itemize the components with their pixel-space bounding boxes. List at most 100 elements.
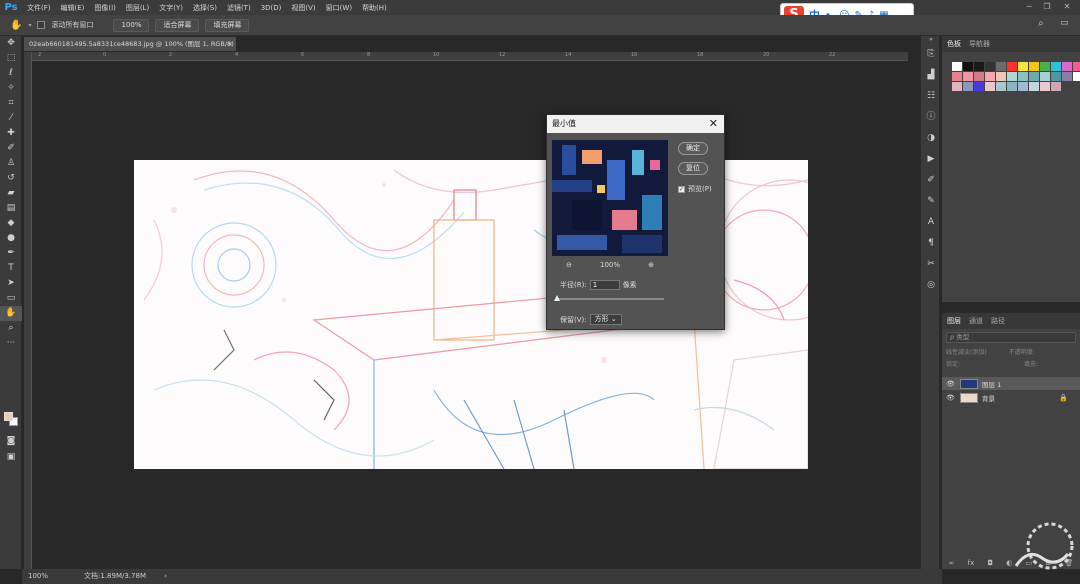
fit-screen-button[interactable]: 适合屏幕 [155, 18, 200, 32]
path-select-tool-icon[interactable]: ➤ [0, 276, 22, 291]
search-icon[interactable]: ⌕ [1038, 18, 1044, 29]
quick-mask-icon[interactable]: ◙ [0, 434, 22, 449]
color-swatch[interactable] [1062, 72, 1072, 81]
color-swatch[interactable] [963, 82, 973, 91]
marquee-tool-icon[interactable]: ⬚ [0, 51, 22, 66]
close-tab-icon[interactable]: × [228, 37, 233, 51]
quick-select-tool-icon[interactable]: ✧ [0, 81, 22, 96]
color-swatch[interactable] [1062, 62, 1072, 71]
color-swatch[interactable] [974, 82, 984, 91]
color-swatch[interactable] [1018, 82, 1028, 91]
status-arrow-icon[interactable]: › [164, 569, 167, 584]
menu-3d[interactable]: 3D(D) [256, 4, 287, 12]
color-swatch[interactable] [1018, 62, 1028, 71]
pen-tool-icon[interactable]: ✒ [0, 246, 22, 261]
fill-screen-button[interactable]: 填充屏幕 [205, 18, 250, 32]
foreground-color-swatch[interactable] [4, 412, 13, 421]
menu-filter[interactable]: 滤镜(T) [222, 3, 256, 13]
color-swatch[interactable] [1073, 72, 1080, 81]
menu-edit[interactable]: 编辑(E) [56, 3, 90, 13]
crop-tool-icon[interactable]: ⌗ [0, 96, 22, 111]
color-swatch[interactable] [1051, 82, 1061, 91]
lasso-tool-icon[interactable]: ℓ [0, 66, 22, 81]
brush-presets-icon[interactable]: ✐ [921, 170, 941, 191]
panel-toggle-icon[interactable]: » [921, 36, 941, 44]
character-icon[interactable]: A [921, 212, 941, 233]
menu-image[interactable]: 图像(I) [89, 3, 121, 13]
zoom-100-button[interactable]: 100% [113, 18, 150, 32]
color-swatch[interactable] [985, 62, 995, 71]
scroll-all-windows-checkbox[interactable] [37, 21, 46, 29]
color-swatch[interactable] [974, 62, 984, 71]
menu-window[interactable]: 窗口(W) [321, 3, 357, 13]
gradient-tool-icon[interactable]: ▤ [0, 201, 22, 216]
brush-tool-icon[interactable]: ✐ [0, 141, 22, 156]
color-swatch[interactable] [985, 82, 995, 91]
type-tool-icon[interactable]: T [0, 261, 22, 276]
menu-view[interactable]: 视图(V) [286, 3, 320, 13]
minimize-icon[interactable]: ─ [1022, 0, 1036, 14]
visibility-eye-icon[interactable]: 👁 [946, 394, 956, 402]
menu-help[interactable]: 帮助(H) [357, 3, 392, 13]
zoom-out-icon[interactable]: ⊖ [566, 261, 572, 269]
move-tool-icon[interactable]: ✥ [0, 36, 22, 51]
color-swatch[interactable] [1029, 62, 1039, 71]
adjustments-icon[interactable]: ◑ [921, 128, 941, 149]
preserve-select[interactable]: 方形 ⌄ [589, 314, 622, 325]
restore-icon[interactable]: ❐ [1040, 0, 1054, 14]
reset-button[interactable]: 复位 [678, 162, 708, 175]
properties-icon[interactable]: ☷ [921, 86, 941, 107]
close-icon[interactable]: ✕ [1060, 0, 1074, 14]
blend-mode-select[interactable]: 线性减淡(添加) [946, 347, 987, 358]
color-swatch[interactable] [985, 72, 995, 81]
history-brush-tool-icon[interactable]: ↺ [0, 171, 22, 186]
radius-input[interactable]: 1 [589, 280, 620, 290]
history-icon[interactable]: ⎘ [921, 44, 941, 65]
status-doc-size[interactable]: 文档:1.89M/3.78M [84, 569, 146, 584]
paragraph-icon[interactable]: ¶ [921, 233, 941, 254]
color-swatch[interactable] [963, 62, 973, 71]
color-swatch[interactable] [1007, 62, 1017, 71]
color-swatch[interactable] [952, 82, 962, 91]
tool-presets-icon[interactable]: ✂ [921, 254, 941, 275]
chevron-down-icon[interactable]: ▾ [28, 22, 31, 29]
link-layers-icon[interactable]: ∞ [949, 559, 955, 567]
menu-select[interactable]: 选择(S) [188, 3, 222, 13]
color-swatch[interactable] [1040, 82, 1050, 91]
color-swatch[interactable] [1007, 82, 1017, 91]
tab-paths[interactable]: 路径 [991, 316, 1005, 326]
layer-style-icon[interactable]: fx [968, 559, 975, 567]
color-swatch[interactable] [1029, 82, 1039, 91]
dodge-tool-icon[interactable]: ● [0, 231, 22, 246]
clone-source-icon[interactable]: ◎ [921, 275, 941, 296]
zoom-in-icon[interactable]: ⊕ [648, 261, 654, 269]
eraser-tool-icon[interactable]: ▰ [0, 186, 22, 201]
more-tools-icon[interactable]: ··· [0, 336, 22, 351]
filter-preview[interactable] [552, 140, 668, 256]
radius-slider-thumb[interactable] [554, 295, 560, 301]
color-swatch[interactable] [1040, 62, 1050, 71]
tab-navigator[interactable]: 导航器 [969, 39, 990, 49]
color-swatch[interactable] [1051, 62, 1061, 71]
color-swatch[interactable] [963, 72, 973, 81]
status-zoom[interactable]: 100% [28, 569, 48, 584]
blur-tool-icon[interactable]: ◆ [0, 216, 22, 231]
layer-row[interactable]: 👁 图层 1 [942, 377, 1080, 390]
layer-row[interactable]: 👁 背景 🔒 [942, 391, 1080, 404]
color-swatch[interactable] [1018, 72, 1028, 81]
close-icon[interactable]: ✕ [709, 115, 718, 133]
tab-swatches[interactable]: 色板 [947, 39, 961, 49]
hand-tool-icon[interactable]: ✋ [0, 306, 22, 321]
tab-channels[interactable]: 通道 [969, 316, 983, 326]
actions-icon[interactable]: ▶ [921, 149, 941, 170]
color-swatch[interactable] [996, 82, 1006, 91]
add-mask-icon[interactable]: ◘ [987, 559, 993, 567]
healing-brush-tool-icon[interactable]: ✚ [0, 126, 22, 141]
menu-layer[interactable]: 图层(L) [121, 3, 154, 13]
color-swatch[interactable] [996, 62, 1006, 71]
radius-slider[interactable] [554, 295, 664, 301]
tab-layers[interactable]: 图层 [947, 316, 961, 326]
visibility-eye-icon[interactable]: 👁 [946, 380, 956, 388]
preview-checkbox-row[interactable]: ✓ 预览(P) [678, 184, 712, 194]
eyedropper-tool-icon[interactable]: ⁄ [0, 111, 22, 126]
